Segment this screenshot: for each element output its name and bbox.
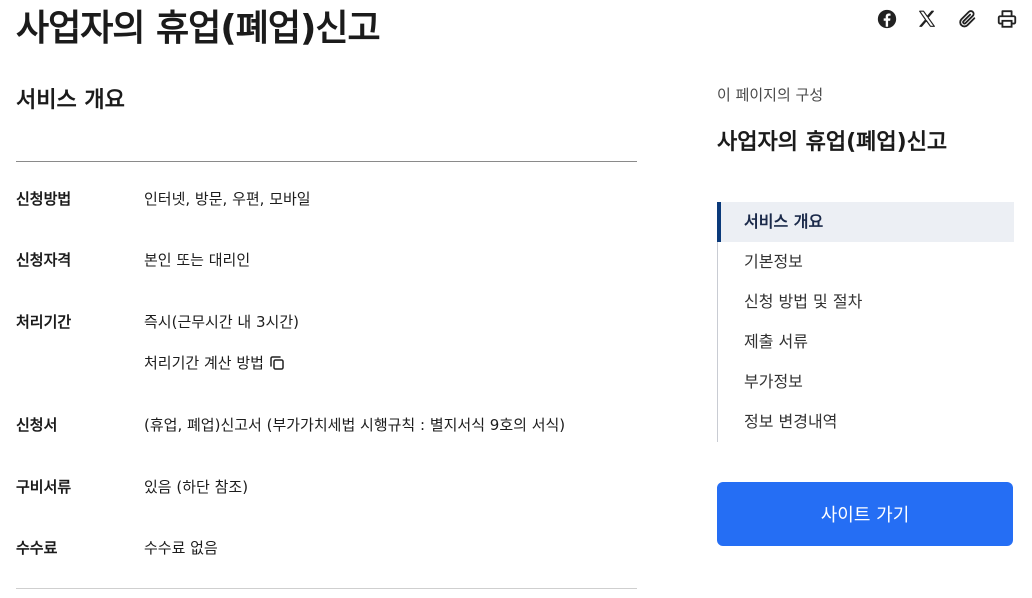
info-label: 신청서 <box>16 416 58 434</box>
printer-icon <box>997 10 1017 28</box>
toc-title: 사업자의 휴업(폐업)신고 <box>717 130 948 155</box>
section-bottom-divider <box>16 588 637 589</box>
info-label: 수수료 <box>16 539 58 557</box>
page: 사업자의 휴업(폐업)신고 서비스 개요 신청방법 인터넷, 방문, 우편, 모… <box>0 0 1032 598</box>
info-value: 인터넷, 방문, 우편, 모바일 <box>144 190 311 208</box>
copy-icon <box>270 356 284 370</box>
info-value: 본인 또는 대리인 <box>144 251 251 269</box>
copy-link-button[interactable] <box>952 6 982 32</box>
facebook-share-button[interactable] <box>872 6 902 32</box>
info-label: 구비서류 <box>16 478 72 496</box>
toc-item-submission-documents[interactable]: 제출 서류 <box>718 322 1014 362</box>
go-to-site-button[interactable]: 사이트 가기 <box>717 482 1013 546</box>
info-label: 신청자격 <box>16 251 72 269</box>
print-button[interactable] <box>992 6 1022 32</box>
info-value: (휴업, 폐업)신고서 (부가가치세법 시행규칙 : 별지서식 9호의 서식) <box>144 416 566 434</box>
toc-item-basic-info[interactable]: 기본정보 <box>718 242 1014 282</box>
processing-time-calc-link[interactable]: 처리기간 계산 방법 <box>144 351 286 375</box>
section-heading: 서비스 개요 <box>16 88 125 113</box>
info-label: 처리기간 <box>16 313 72 331</box>
page-title: 사업자의 휴업(폐업)신고 <box>16 8 381 49</box>
section-divider <box>16 161 637 162</box>
x-icon <box>919 10 935 27</box>
link-label: 처리기간 계산 방법 <box>144 354 264 372</box>
share-bar <box>872 6 1022 32</box>
service-overview-section: 서비스 개요 신청방법 인터넷, 방문, 우편, 모바일 신청자격 본인 또는 … <box>16 86 637 589</box>
paperclip-icon <box>959 10 976 28</box>
info-value: 있음 (하단 참조) <box>144 478 249 496</box>
toc-item-change-history[interactable]: 정보 변경내역 <box>718 402 1014 442</box>
toc-caption: 이 페이지의 구성 <box>717 86 824 104</box>
toc-item-additional-info[interactable]: 부가정보 <box>718 362 1014 402</box>
info-value: 즉시(근무시간 내 3시간) <box>144 313 299 331</box>
x-share-button[interactable] <box>912 6 942 32</box>
toc-item-application-procedure[interactable]: 신청 방법 및 절차 <box>718 282 1014 322</box>
toc-list: 서비스 개요 기본정보 신청 방법 및 절차 제출 서류 부가정보 정보 변경내… <box>717 202 1014 442</box>
info-value: 수수료 없음 <box>144 539 218 557</box>
info-label: 신청방법 <box>16 190 72 208</box>
facebook-icon <box>877 9 897 29</box>
toc-item-service-overview[interactable]: 서비스 개요 <box>717 202 1014 242</box>
